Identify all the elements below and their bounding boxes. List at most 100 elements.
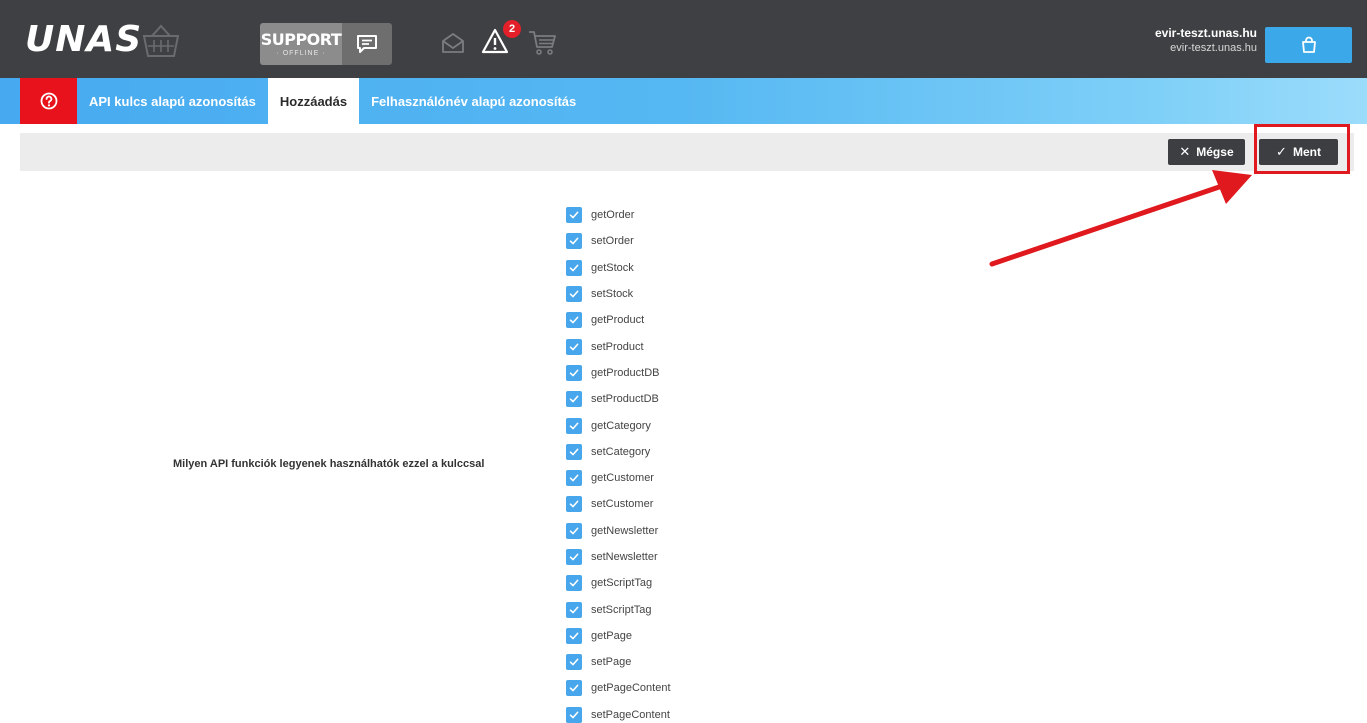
top-header: UNAS SUPPORT · OFFLINE · 2 evir-teszt.un… bbox=[0, 0, 1367, 78]
tab-username-auth[interactable]: Felhasználónév alapú azonosítás bbox=[359, 78, 588, 124]
api-function-getStock[interactable]: getStock bbox=[566, 255, 671, 281]
check-icon bbox=[569, 290, 579, 298]
checkbox-label: setCategory bbox=[591, 445, 651, 458]
api-function-list: getOrder setOrder getStock setStock getProdu… bbox=[566, 202, 671, 723]
api-function-getPageContent[interactable]: getPageContent bbox=[566, 675, 671, 701]
checkbox-label: getPageContent bbox=[591, 682, 671, 695]
check-icon bbox=[569, 474, 579, 482]
api-function-getOrder[interactable]: getOrder bbox=[566, 202, 671, 228]
checkbox-label: getStock bbox=[591, 261, 634, 274]
chat-icon bbox=[357, 35, 377, 53]
checkbox-label: setScriptTag bbox=[591, 603, 652, 616]
checkbox-label: getProductDB bbox=[591, 366, 660, 379]
api-function-getProduct[interactable]: getProduct bbox=[566, 307, 671, 333]
checkbox-label: setCustomer bbox=[591, 498, 654, 511]
checkbox[interactable] bbox=[566, 286, 582, 303]
checkbox[interactable] bbox=[566, 364, 582, 381]
support-status: · OFFLINE · bbox=[276, 49, 326, 57]
checkbox[interactable] bbox=[566, 601, 582, 618]
support-label-block: SUPPORT · OFFLINE · bbox=[260, 23, 342, 65]
tab-add[interactable]: Hozzáadás bbox=[267, 78, 360, 124]
checkbox[interactable] bbox=[566, 259, 582, 276]
checkbox-label: getPage bbox=[591, 629, 632, 642]
checkbox-label: getScriptTag bbox=[591, 577, 653, 590]
checkbox-label: getNewsletter bbox=[591, 524, 659, 537]
checkbox-label: getProduct bbox=[591, 314, 645, 327]
check-icon bbox=[569, 606, 579, 613]
check-icon bbox=[569, 316, 579, 324]
api-function-setProduct[interactable]: setProduct bbox=[566, 333, 671, 359]
unas-logo[interactable]: UNAS bbox=[25, 20, 142, 60]
annotation-arrow bbox=[989, 170, 1252, 267]
api-function-getPage[interactable]: getPage bbox=[566, 623, 671, 649]
checkbox-label: setProductDB bbox=[591, 393, 659, 406]
check-icon bbox=[569, 211, 579, 219]
checkbox-label: getOrder bbox=[591, 209, 635, 222]
cart-icon[interactable] bbox=[527, 28, 557, 56]
logo-text: UNAS bbox=[25, 19, 143, 60]
api-function-setPage[interactable]: setPage bbox=[566, 649, 671, 675]
api-function-getCustomer[interactable]: getCustomer bbox=[566, 465, 671, 491]
tab-api-key-auth[interactable]: API kulcs alapú azonosítás bbox=[77, 78, 268, 124]
checkbox[interactable] bbox=[566, 654, 582, 671]
checkbox-label: setStock bbox=[591, 288, 634, 301]
check-icon bbox=[569, 264, 579, 272]
checkbox[interactable] bbox=[566, 706, 582, 723]
check-icon bbox=[569, 658, 579, 666]
help-icon bbox=[40, 92, 57, 110]
api-function-setCustomer[interactable]: setCustomer bbox=[566, 491, 671, 517]
check-icon bbox=[569, 395, 579, 403]
checkbox[interactable] bbox=[566, 575, 582, 592]
checkbox[interactable] bbox=[566, 522, 582, 539]
support-badge[interactable]: SUPPORT · OFFLINE · bbox=[260, 23, 392, 65]
tab-bar: API kulcs alapú azonosítás Hozzáadás Fel… bbox=[0, 78, 1367, 124]
check-icon bbox=[569, 527, 579, 535]
checkbox[interactable] bbox=[566, 627, 582, 644]
help-button[interactable] bbox=[0, 78, 77, 124]
api-function-getCategory[interactable]: getCategory bbox=[566, 412, 671, 438]
checkbox[interactable] bbox=[566, 680, 582, 697]
shop-button[interactable] bbox=[1265, 27, 1352, 63]
checkbox[interactable] bbox=[566, 338, 582, 355]
mail-icon[interactable] bbox=[440, 30, 466, 56]
shopping-bag-icon bbox=[1301, 36, 1316, 53]
api-function-setPageContent[interactable]: setPageContent bbox=[566, 702, 671, 723]
checkbox[interactable] bbox=[566, 496, 582, 513]
api-function-getProductDB[interactable]: getProductDB bbox=[566, 360, 671, 386]
api-function-getNewsletter[interactable]: getNewsletter bbox=[566, 518, 671, 544]
check-icon bbox=[569, 685, 579, 692]
checkbox[interactable] bbox=[566, 549, 582, 565]
notification-badge: 2 bbox=[503, 20, 521, 38]
account-info[interactable]: evir-teszt.unas.hu evir-teszt.unas.hu bbox=[1155, 25, 1257, 56]
checkbox[interactable] bbox=[566, 470, 582, 487]
api-function-setCategory[interactable]: setCategory bbox=[566, 439, 671, 465]
checkbox-label: setProduct bbox=[591, 340, 644, 353]
api-functions-label: Milyen API funkciók legyenek használható… bbox=[173, 458, 485, 470]
checkbox[interactable] bbox=[566, 417, 582, 434]
checkbox[interactable] bbox=[566, 233, 582, 250]
account-domain: evir-teszt.unas.hu bbox=[1154, 26, 1257, 40]
checkbox[interactable] bbox=[566, 443, 582, 460]
api-function-setOrder[interactable]: setOrder bbox=[566, 228, 671, 254]
api-function-setProductDB[interactable]: setProductDB bbox=[566, 386, 671, 412]
support-chat-block[interactable] bbox=[342, 23, 392, 65]
check-icon bbox=[569, 238, 579, 245]
check-icon bbox=[569, 553, 579, 561]
check-icon bbox=[569, 711, 579, 719]
api-function-setStock[interactable]: setStock bbox=[566, 281, 671, 307]
check-icon bbox=[569, 501, 579, 508]
checkbox[interactable] bbox=[566, 312, 582, 329]
checkbox-label: getCategory bbox=[591, 419, 651, 432]
checkbox-label: setPage bbox=[591, 656, 632, 669]
checkbox-label: setPageContent bbox=[591, 708, 670, 721]
api-function-setNewsletter[interactable]: setNewsletter bbox=[566, 544, 671, 570]
check-icon bbox=[569, 422, 579, 429]
checkbox[interactable] bbox=[566, 207, 582, 224]
api-function-setScriptTag[interactable]: setScriptTag bbox=[566, 596, 671, 622]
support-title: SUPPORT bbox=[260, 29, 342, 49]
checkbox[interactable] bbox=[566, 391, 582, 408]
api-function-getScriptTag[interactable]: getScriptTag bbox=[566, 570, 671, 596]
cancel-label: Mégse bbox=[1196, 145, 1234, 159]
basket-icon bbox=[142, 24, 180, 57]
checkbox-label: setOrder bbox=[591, 235, 634, 248]
